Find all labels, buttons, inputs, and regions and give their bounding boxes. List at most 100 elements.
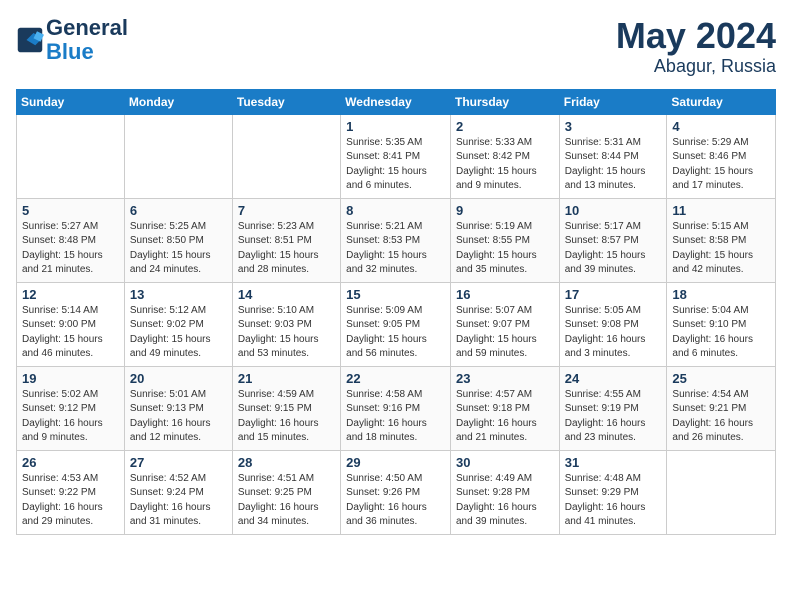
calendar-cell: 2Sunrise: 5:33 AM Sunset: 8:42 PM Daylig… [450,114,559,198]
logo-icon [16,26,44,54]
calendar-week-4: 19 Sunrise: 5:02 AM Sunset: 9:12 PM Dayli… [17,366,776,450]
calendar-cell: 14Sunrise: 5:10 AM Sunset: 9:03 PM Dayli… [232,282,340,366]
day-info: Sunrise: 5:04 AM Sunset: 9:10 PM Dayligh… [672,304,770,362]
calendar-cell: 20 Sunrise: 5:01 AM Sunset: 9:13 PM Dayli… [124,366,232,450]
calendar-cell: 27Sunrise: 4:52 AM Sunset: 9:24 PM Dayli… [124,450,232,534]
calendar-week-3: 12 Sunrise: 5:14 AM Sunset: 9:00 PM Dayli… [17,282,776,366]
col-tuesday: Tuesday [232,89,340,114]
calendar-cell: 3 Sunrise: 5:31 AM Sunset: 8:44 PM Daylig… [559,114,667,198]
day-info: Sunrise: 5:21 AM Sunset: 8:53 PM Dayligh… [346,220,445,278]
day-info: Sunrise: 5:31 AM Sunset: 8:44 PM Dayligh… [565,136,662,194]
col-friday: Friday [559,89,667,114]
day-number: 5 [22,203,119,218]
calendar-table: Sunday Monday Tuesday Wednesday Thursday… [16,89,776,535]
calendar-cell: 18 Sunrise: 5:04 AM Sunset: 9:10 PM Dayli… [667,282,776,366]
day-number: 26 [22,455,119,470]
day-info: Sunrise: 5:05 AM Sunset: 9:08 PM Dayligh… [565,304,662,362]
day-info: Sunrise: 5:12 AM Sunset: 9:02 PM Dayligh… [130,304,227,362]
day-number: 13 [130,287,227,302]
day-info: Sunrise: 5:07 AM Sunset: 9:07 PM Dayligh… [456,304,554,362]
day-number: 12 [22,287,119,302]
day-number: 3 [565,119,662,134]
day-info: Sunrise: 5:02 AM Sunset: 9:12 PM Dayligh… [22,388,119,446]
calendar-cell: 8 Sunrise: 5:21 AM Sunset: 8:53 PM Daylig… [341,198,451,282]
calendar-cell: 15 Sunrise: 5:09 AM Sunset: 9:05 PM Dayli… [341,282,451,366]
day-number: 31 [565,455,662,470]
day-number: 27 [130,455,227,470]
calendar-cell: 13 Sunrise: 5:12 AM Sunset: 9:02 PM Dayli… [124,282,232,366]
calendar-cell: 10 Sunrise: 5:17 AM Sunset: 8:57 PM Dayli… [559,198,667,282]
day-number: 6 [130,203,227,218]
calendar-cell: 24 Sunrise: 4:55 AM Sunset: 9:19 PM Dayli… [559,366,667,450]
calendar-cell [232,114,340,198]
day-number: 30 [456,455,554,470]
calendar-cell: 9Sunrise: 5:19 AM Sunset: 8:55 PM Daylig… [450,198,559,282]
day-number: 8 [346,203,445,218]
calendar-cell: 31 Sunrise: 4:48 AM Sunset: 9:29 PM Dayli… [559,450,667,534]
day-number: 9 [456,203,554,218]
calendar-cell: 26 Sunrise: 4:53 AM Sunset: 9:22 PM Dayli… [17,450,125,534]
calendar-cell: 11 Sunrise: 5:15 AM Sunset: 8:58 PM Dayli… [667,198,776,282]
calendar-cell: 4Sunrise: 5:29 AM Sunset: 8:46 PM Daylig… [667,114,776,198]
day-number: 15 [346,287,445,302]
title-block: May 2024 Abagur, Russia [616,16,776,77]
col-wednesday: Wednesday [341,89,451,114]
calendar-week-2: 5 Sunrise: 5:27 AM Sunset: 8:48 PM Daylig… [17,198,776,282]
day-info: Sunrise: 4:58 AM Sunset: 9:16 PM Dayligh… [346,388,445,446]
location-title: Abagur, Russia [616,56,776,77]
col-monday: Monday [124,89,232,114]
day-number: 22 [346,371,445,386]
day-info: Sunrise: 4:53 AM Sunset: 9:22 PM Dayligh… [22,472,119,530]
col-saturday: Saturday [667,89,776,114]
day-info: Sunrise: 5:14 AM Sunset: 9:00 PM Dayligh… [22,304,119,362]
day-info: Sunrise: 4:48 AM Sunset: 9:29 PM Dayligh… [565,472,662,530]
day-number: 20 [130,371,227,386]
day-number: 24 [565,371,662,386]
day-info: Sunrise: 5:23 AM Sunset: 8:51 PM Dayligh… [238,220,335,278]
day-number: 10 [565,203,662,218]
calendar-cell: 28Sunrise: 4:51 AM Sunset: 9:25 PM Dayli… [232,450,340,534]
day-number: 1 [346,119,445,134]
calendar-cell: 6Sunrise: 5:25 AM Sunset: 8:50 PM Daylig… [124,198,232,282]
day-info: Sunrise: 5:17 AM Sunset: 8:57 PM Dayligh… [565,220,662,278]
day-info: Sunrise: 4:51 AM Sunset: 9:25 PM Dayligh… [238,472,335,530]
day-info: Sunrise: 4:55 AM Sunset: 9:19 PM Dayligh… [565,388,662,446]
day-number: 25 [672,371,770,386]
day-number: 29 [346,455,445,470]
day-number: 23 [456,371,554,386]
day-info: Sunrise: 5:10 AM Sunset: 9:03 PM Dayligh… [238,304,335,362]
day-number: 7 [238,203,335,218]
day-info: Sunrise: 5:15 AM Sunset: 8:58 PM Dayligh… [672,220,770,278]
month-title: May 2024 [616,16,776,56]
calendar-cell: 25 Sunrise: 4:54 AM Sunset: 9:21 PM Dayli… [667,366,776,450]
day-number: 16 [456,287,554,302]
col-sunday: Sunday [17,89,125,114]
calendar-cell: 19 Sunrise: 5:02 AM Sunset: 9:12 PM Dayli… [17,366,125,450]
calendar-week-5: 26 Sunrise: 4:53 AM Sunset: 9:22 PM Dayli… [17,450,776,534]
calendar-cell: 30Sunrise: 4:49 AM Sunset: 9:28 PM Dayli… [450,450,559,534]
logo-blue: Blue [46,39,94,64]
calendar-cell [17,114,125,198]
calendar-week-1: 1 Sunrise: 5:35 AM Sunset: 8:41 PM Daylig… [17,114,776,198]
day-info: Sunrise: 4:50 AM Sunset: 9:26 PM Dayligh… [346,472,445,530]
logo: General Blue [16,16,128,64]
calendar-header-row: Sunday Monday Tuesday Wednesday Thursday… [17,89,776,114]
day-info: Sunrise: 5:01 AM Sunset: 9:13 PM Dayligh… [130,388,227,446]
day-info: Sunrise: 5:29 AM Sunset: 8:46 PM Dayligh… [672,136,770,194]
calendar-cell: 21 Sunrise: 4:59 AM Sunset: 9:15 PM Dayli… [232,366,340,450]
day-number: 2 [456,119,554,134]
day-number: 19 [22,371,119,386]
day-info: Sunrise: 4:59 AM Sunset: 9:15 PM Dayligh… [238,388,335,446]
day-number: 18 [672,287,770,302]
day-info: Sunrise: 5:35 AM Sunset: 8:41 PM Dayligh… [346,136,445,194]
day-number: 11 [672,203,770,218]
col-thursday: Thursday [450,89,559,114]
day-info: Sunrise: 5:09 AM Sunset: 9:05 PM Dayligh… [346,304,445,362]
day-info: Sunrise: 4:54 AM Sunset: 9:21 PM Dayligh… [672,388,770,446]
day-number: 21 [238,371,335,386]
calendar-cell: 23Sunrise: 4:57 AM Sunset: 9:18 PM Dayli… [450,366,559,450]
calendar-cell [124,114,232,198]
calendar-cell: 5 Sunrise: 5:27 AM Sunset: 8:48 PM Daylig… [17,198,125,282]
calendar-cell [667,450,776,534]
day-info: Sunrise: 5:27 AM Sunset: 8:48 PM Dayligh… [22,220,119,278]
